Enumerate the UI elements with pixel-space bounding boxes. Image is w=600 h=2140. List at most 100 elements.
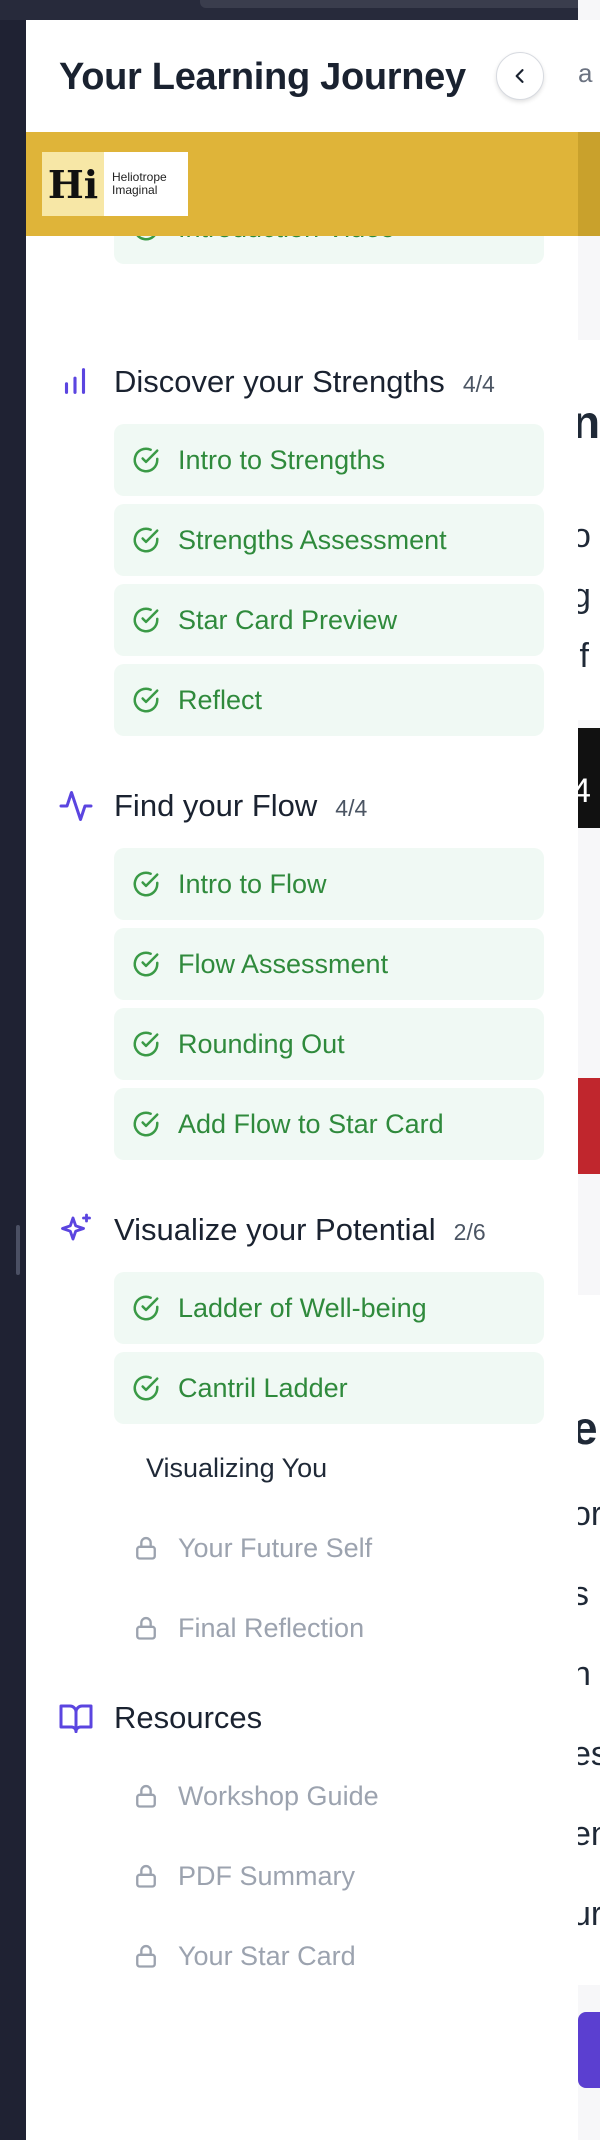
background-text-fragment: es	[578, 1735, 600, 1773]
journey-step-list: Introduction Video Discover your Strength…	[26, 236, 578, 2140]
background-page: a n o g if 4 e or s n es en ur	[578, 0, 600, 2140]
chevron-left-icon	[515, 69, 524, 83]
check-circle-icon	[130, 604, 162, 636]
section-title-text: Visualize your Potential	[114, 1212, 436, 1247]
step-label: Ladder of Well-being	[178, 1292, 427, 1323]
step-label: Strengths Assessment	[178, 524, 447, 555]
background-header: a	[578, 20, 600, 132]
logo-wordmark: Heliotrope Imaginal	[104, 171, 167, 197]
check-circle-icon	[130, 1372, 162, 1404]
step-label: Final Reflection	[178, 1612, 365, 1643]
step-item-reflect[interactable]: Reflect	[114, 664, 544, 736]
section-resources[interactable]: Resources	[26, 1688, 578, 1744]
step-label: Cantril Ladder	[178, 1372, 348, 1403]
step-label: Introduction Video	[178, 236, 395, 244]
step-item-workshop-guide: Workshop Guide	[114, 1760, 544, 1832]
background-text-fragment: 4	[578, 772, 591, 810]
heliotrope-logo: Hi Heliotrope Imaginal	[42, 152, 188, 216]
logo-line-2: Imaginal	[112, 183, 158, 197]
step-label: PDF Summary	[178, 1860, 356, 1891]
check-circle-icon	[130, 1108, 162, 1140]
collapse-drawer-button[interactable]	[496, 52, 544, 100]
section-title-text: Resources	[114, 1700, 263, 1735]
step-item-visualizing-you[interactable]: Visualizing You	[114, 1432, 544, 1504]
logo-mark: Hi	[42, 152, 104, 216]
background-text-fragment: g	[578, 577, 591, 615]
step-item-intro-to-flow[interactable]: Intro to Flow	[114, 848, 544, 920]
background-text-fragment: n	[578, 396, 600, 448]
background-button[interactable]	[578, 2012, 600, 2088]
learning-journey-drawer: Your Learning Journey Hi Heliotrope Imag…	[26, 20, 578, 2140]
background-text-fragment: en	[578, 1815, 600, 1853]
section-title: Visualize your Potential 2/6	[114, 1212, 486, 1248]
step-label: Workshop Guide	[178, 1780, 379, 1811]
lock-icon	[130, 1612, 162, 1644]
section-title: Resources	[114, 1700, 262, 1736]
step-label: Intro to Flow	[178, 868, 327, 899]
book-open-icon	[58, 1700, 94, 1736]
step-item-add-flow-to-star-card[interactable]: Add Flow to Star Card	[114, 1088, 544, 1160]
check-circle-icon	[130, 1028, 162, 1060]
check-circle-icon	[130, 444, 162, 476]
section-title-text: Discover your Strengths	[114, 364, 445, 399]
lock-icon	[130, 1780, 162, 1812]
step-label: Intro to Strengths	[178, 444, 386, 475]
check-circle-icon	[130, 948, 162, 980]
activity-icon	[58, 788, 94, 824]
section-title: Discover your Strengths 4/4	[114, 364, 495, 400]
background-text-fragment: s	[578, 1575, 589, 1613]
step-label: Your Future Self	[178, 1532, 373, 1563]
step-item-introduction-video[interactable]: Introduction Video	[114, 236, 544, 264]
section-title-text: Find your Flow	[114, 788, 318, 823]
background-text-fragment: n	[578, 1655, 591, 1693]
check-circle-icon	[130, 684, 162, 716]
background-text-fragment: e	[578, 1402, 598, 1454]
lock-icon	[130, 1860, 162, 1892]
step-item-pdf-summary: PDF Summary	[114, 1840, 544, 1912]
sparkles-icon	[58, 1212, 94, 1248]
drawer-header: Your Learning Journey	[26, 20, 578, 132]
check-circle-icon	[130, 868, 162, 900]
step-item-final-reflection: Final Reflection	[114, 1592, 544, 1664]
step-label: Star Card Preview	[178, 604, 398, 635]
check-circle-icon	[130, 1292, 162, 1324]
step-item-intro-to-strengths[interactable]: Intro to Strengths	[114, 424, 544, 496]
step-item-your-future-self: Your Future Self	[114, 1512, 544, 1584]
step-item-your-star-card: Your Star Card	[114, 1920, 544, 1992]
step-label: Rounding Out	[178, 1028, 345, 1059]
brand-band: Hi Heliotrope Imaginal	[26, 132, 578, 236]
background-text-fragment: o	[578, 517, 591, 555]
drawer-title: Your Learning Journey	[59, 56, 466, 98]
background-video-thumbnail[interactable]	[578, 1078, 600, 1174]
section-discover-your-strengths[interactable]: Discover your Strengths 4/4	[26, 352, 578, 408]
lock-icon	[130, 1940, 162, 1972]
background-scroll-handle[interactable]	[16, 1225, 20, 1275]
section-find-your-flow[interactable]: Find your Flow 4/4	[26, 776, 578, 832]
step-item-ladder-of-well-being[interactable]: Ladder of Well-being	[114, 1272, 544, 1344]
step-item-cantril-ladder[interactable]: Cantril Ladder	[114, 1352, 544, 1424]
step-item-star-card-preview[interactable]: Star Card Preview	[114, 584, 544, 656]
check-circle-icon	[130, 524, 162, 556]
section-progress-count: 4/4	[462, 371, 495, 397]
step-label: Add Flow to Star Card	[178, 1108, 444, 1139]
lock-icon	[130, 1532, 162, 1564]
step-label: Reflect	[178, 684, 263, 715]
section-progress-count: 2/6	[453, 1219, 486, 1245]
section-progress-count: 4/4	[335, 795, 368, 821]
section-visualize-your-potential[interactable]: Visualize your Potential 2/6	[26, 1200, 578, 1256]
step-item-flow-assessment[interactable]: Flow Assessment	[114, 928, 544, 1000]
step-item-strengths-assessment[interactable]: Strengths Assessment	[114, 504, 544, 576]
background-text-fragment: ur	[578, 1895, 600, 1933]
background-header-fragment: a	[578, 58, 593, 88]
section-title: Find your Flow 4/4	[114, 788, 367, 824]
background-topbar	[200, 0, 600, 8]
step-item-rounding-out[interactable]: Rounding Out	[114, 1008, 544, 1080]
background-text-fragment: or	[578, 1495, 600, 1533]
step-label: Visualizing You	[146, 1452, 328, 1483]
step-label: Your Star Card	[178, 1940, 356, 1971]
background-card	[578, 1295, 600, 1985]
check-circle-icon	[130, 236, 162, 244]
bar-chart-icon	[58, 364, 94, 400]
background-text-fragment: if	[578, 637, 589, 675]
step-label: Flow Assessment	[178, 948, 389, 979]
